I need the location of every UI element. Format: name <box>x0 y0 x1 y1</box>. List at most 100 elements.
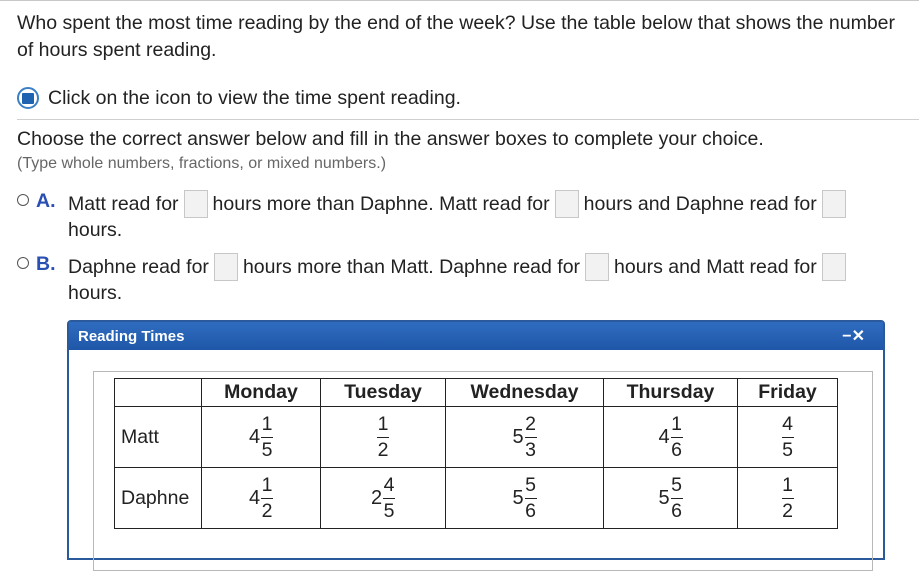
info-link[interactable]: Click on the icon to view the time spent… <box>17 86 461 110</box>
numerator: 5 <box>525 473 536 496</box>
denominator: 6 <box>525 499 536 522</box>
choice-a-text-1: Matt read for <box>68 192 179 215</box>
row-name: Matt <box>114 406 202 468</box>
table-header-wednesday: Wednesday <box>445 378 604 407</box>
table-header-tuesday: Tuesday <box>320 378 446 407</box>
whole-number: 4 <box>658 425 670 448</box>
fraction-bar <box>383 497 396 499</box>
table-cell: 415 <box>201 406 321 468</box>
radio-a[interactable] <box>17 194 29 206</box>
row-name: Daphne <box>114 467 202 529</box>
fraction-bar <box>524 497 537 499</box>
reading-times-dialog: Reading Times −✕ Monday Tuesday Wednesda… <box>67 320 885 571</box>
choice-b-text-2: hours more than Matt. Daphne read for <box>242 255 581 278</box>
fraction: 12 <box>781 474 794 522</box>
fraction: 45 <box>383 473 396 522</box>
choice-a-answer-box-1[interactable] <box>183 190 208 218</box>
choice-b-text-3: hours and Matt read for <box>614 255 817 278</box>
fraction-bar <box>524 436 537 438</box>
whole-number: 4 <box>248 486 261 509</box>
choice-b-text-1: Daphne read for <box>68 255 209 278</box>
fraction: 12 <box>261 473 274 522</box>
numerator: 4 <box>782 413 793 435</box>
table-cell: 556 <box>445 467 604 529</box>
info-link-text[interactable]: Click on the icon to view the time spent… <box>48 87 461 110</box>
numerator: 2 <box>525 412 536 435</box>
fraction-bar <box>670 497 683 499</box>
choice-a-text-end: hours. <box>68 219 123 241</box>
question-line-2: of hours spent reading. <box>17 39 217 61</box>
table-header-friday: Friday <box>737 378 838 407</box>
info-square-icon[interactable] <box>17 87 39 109</box>
choice-b-answer-box-3[interactable] <box>821 253 846 281</box>
denominator: 2 <box>377 439 389 461</box>
whole-number: 4 <box>248 425 261 448</box>
reading-times-table: Monday Tuesday Wednesday Thursday Friday… <box>114 378 838 529</box>
table-header-corner <box>114 378 202 407</box>
numerator: 1 <box>377 413 389 435</box>
fraction: 15 <box>261 412 274 461</box>
whole-number: 5 <box>512 425 524 448</box>
fraction: 56 <box>670 473 683 522</box>
table-cell: 12 <box>320 406 446 468</box>
numerator: 1 <box>261 412 273 435</box>
table-header-thursday: Thursday <box>603 378 738 407</box>
numerator: 1 <box>782 474 793 496</box>
divider <box>17 119 919 120</box>
fraction: 45 <box>781 413 794 461</box>
fraction-bar <box>670 436 683 438</box>
numerator: 1 <box>671 412 682 435</box>
choice-b-letter: B. <box>36 253 56 275</box>
numerator: 4 <box>383 473 395 496</box>
denominator: 5 <box>261 438 273 461</box>
top-border <box>0 0 919 1</box>
fraction: 12 <box>377 414 389 461</box>
denominator: 6 <box>671 499 682 522</box>
table-cell: 12 <box>737 467 838 529</box>
denominator: 2 <box>261 499 273 522</box>
choice-a-text-2: hours more than Daphne. Matt read for <box>212 192 550 215</box>
denominator: 2 <box>782 500 793 522</box>
choice-a-letter: A. <box>36 190 56 212</box>
fraction-bar <box>377 437 389 438</box>
numerator: 5 <box>671 473 682 496</box>
choice-a-answer-box-2[interactable] <box>554 190 579 218</box>
table-cell: 412 <box>201 467 321 529</box>
fraction-bar <box>261 436 274 438</box>
table-cell: 45 <box>737 406 838 468</box>
dialog-header: Reading Times −✕ <box>69 322 883 350</box>
question-text: Who spent the most time reading by the e… <box>17 10 919 64</box>
whole-number: 5 <box>658 486 670 509</box>
fraction: 56 <box>524 473 537 522</box>
table-cell: 245 <box>320 467 446 529</box>
fraction-bar <box>781 498 794 499</box>
denominator: 6 <box>671 438 682 461</box>
table-header-monday: Monday <box>201 378 321 407</box>
choice-b-answer-box-2[interactable] <box>585 253 610 281</box>
table-row: Matt 4 1 5 1 2 5 2 3 4 1 6 4 5 <box>114 406 838 468</box>
denominator: 5 <box>782 439 793 461</box>
fraction-bar <box>261 497 274 499</box>
table-cell: 523 <box>445 406 604 468</box>
choice-b-text-end: hours. <box>68 282 123 304</box>
question-line-1: Who spent the most time reading by the e… <box>17 12 896 34</box>
whole-number: 2 <box>370 486 383 509</box>
numerator: 1 <box>261 473 273 496</box>
dialog-title: Reading Times <box>78 327 185 345</box>
table-row: Daphne 4 1 2 2 4 5 5 5 6 5 5 6 1 2 <box>114 467 838 529</box>
denominator: 5 <box>383 499 395 522</box>
whole-number: 5 <box>512 486 524 509</box>
hint-text: (Type whole numbers, fractions, or mixed… <box>17 155 387 172</box>
table-cell: 556 <box>603 467 738 529</box>
instructions: Choose the correct answer below and fill… <box>17 128 764 150</box>
fraction: 23 <box>524 412 537 461</box>
fraction: 16 <box>670 412 683 461</box>
radio-b[interactable] <box>17 257 29 269</box>
choice-a-answer-box-3[interactable] <box>821 190 846 218</box>
minimize-close-icon[interactable]: −✕ <box>842 326 865 346</box>
choice-a-text-3: hours and Daphne read for <box>583 192 817 215</box>
fraction-bar <box>781 437 794 438</box>
denominator: 3 <box>525 438 536 461</box>
choice-b-answer-box-1[interactable] <box>213 253 238 281</box>
table-cell: 416 <box>603 406 738 468</box>
